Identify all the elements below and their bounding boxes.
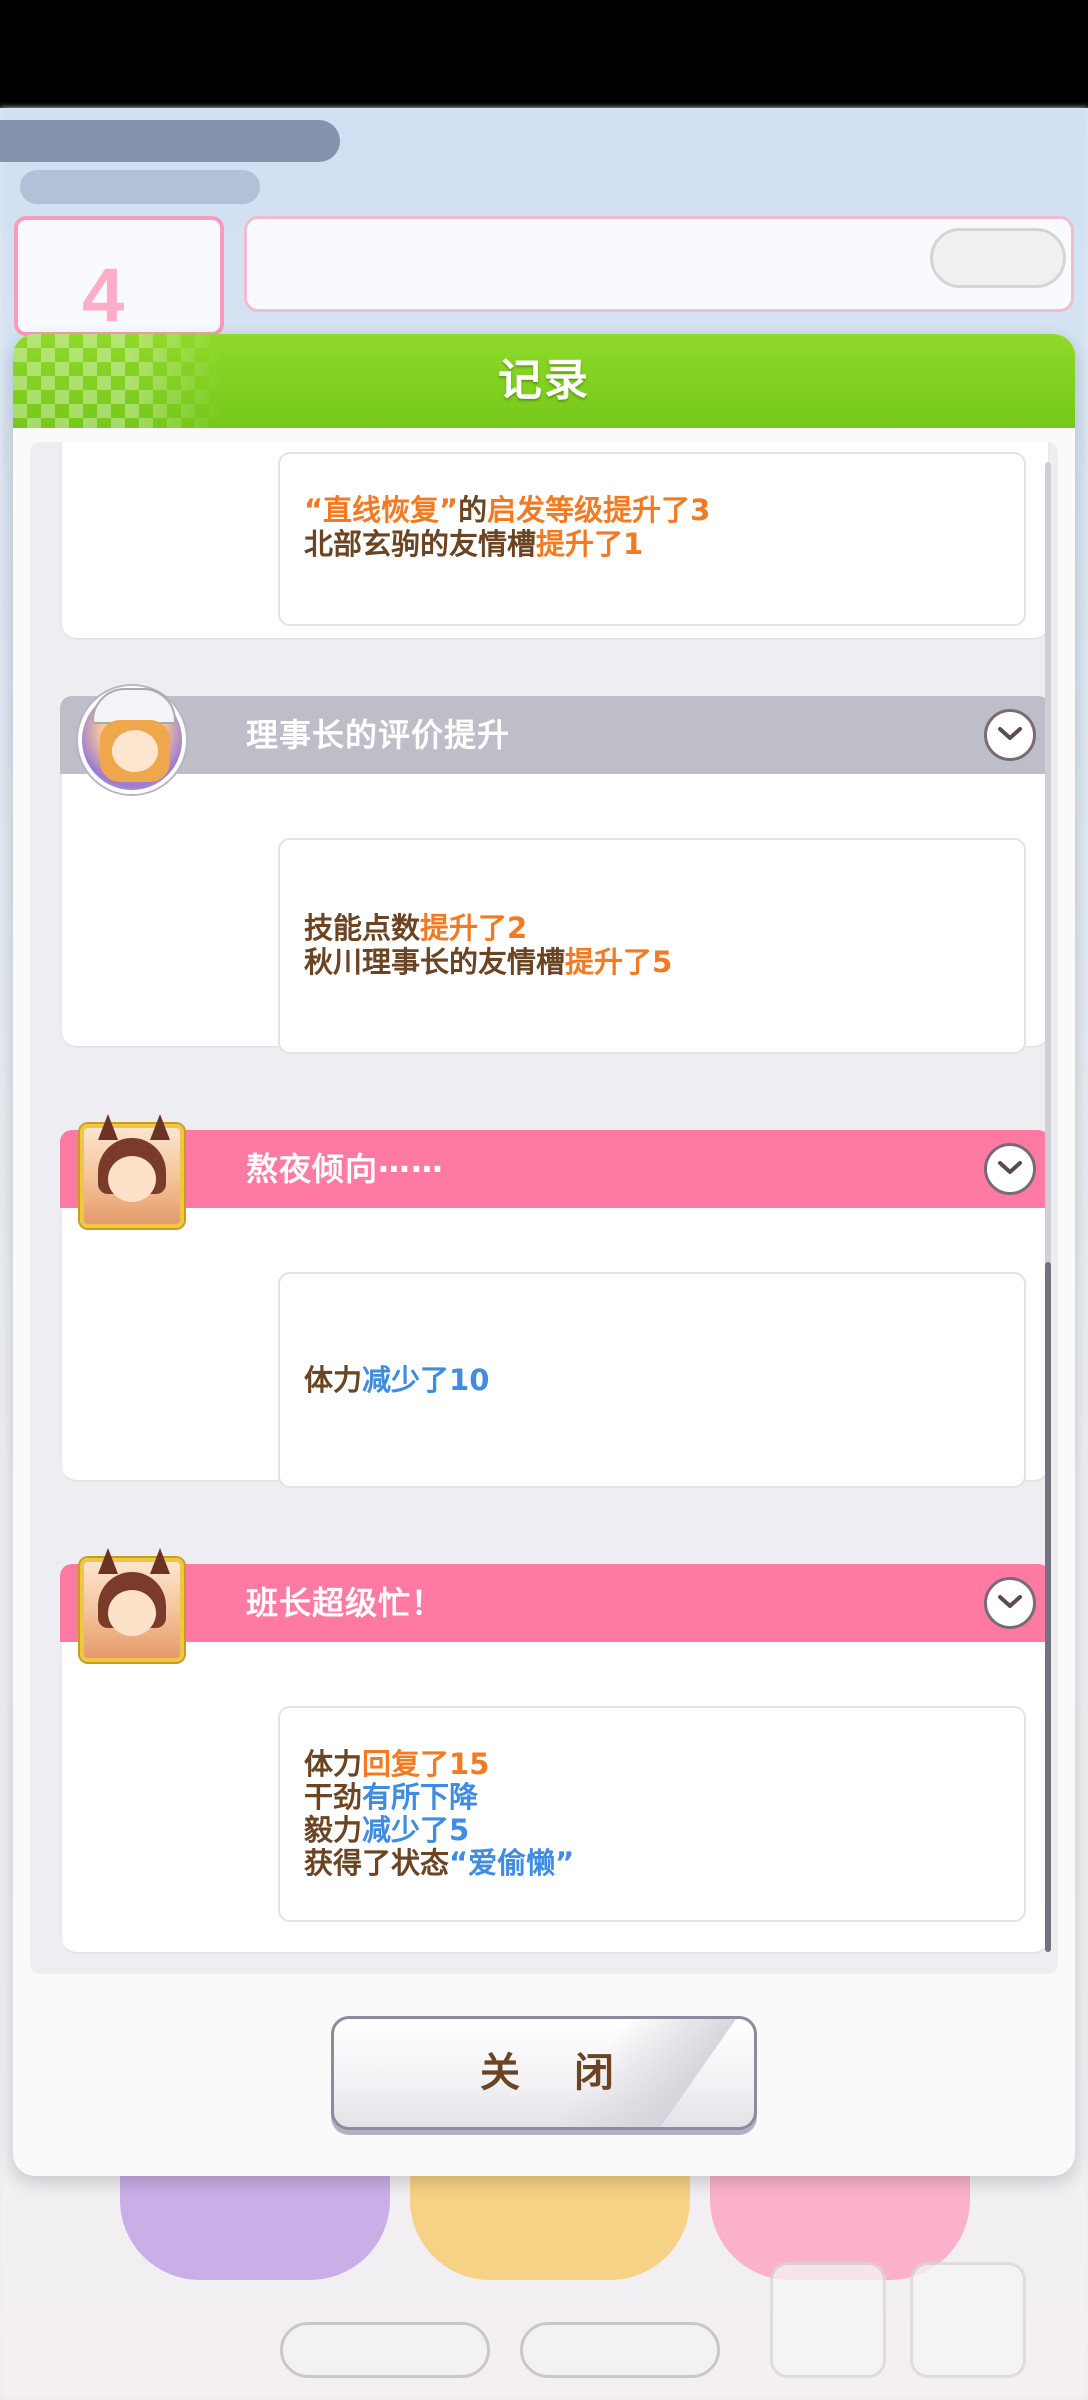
log-entry-message-box: 体力减少了10 — [278, 1272, 1026, 1488]
log-text-segment: 秋川理事长的友情槽 — [304, 945, 566, 979]
avatar-ear — [150, 1114, 170, 1140]
log-entry-header: 班长超级忙！ — [60, 1564, 1050, 1642]
background-message-button — [930, 228, 1066, 288]
log-text-segment: 提升了2 — [420, 911, 528, 945]
log-message-line: 体力减少了10 — [304, 1364, 489, 1397]
log-text-segment: 体力 — [304, 1363, 363, 1397]
avatar-face — [108, 1156, 156, 1202]
log-text-segment: 提升了1 — [536, 527, 644, 561]
background-log-button — [520, 2322, 720, 2378]
log-message-line: 毅力减少了5 — [304, 1814, 469, 1847]
avatar-ear — [150, 1548, 170, 1574]
close-button[interactable]: 关 闭 — [331, 2016, 757, 2130]
log-message-line: 技能点数提升了2 — [304, 912, 527, 945]
log-text-segment: 技能点数 — [304, 911, 421, 945]
log-entry-message-box: 技能点数提升了2 秋川理事长的友情槽提升了5 — [278, 838, 1026, 1054]
background-menu-outing — [410, 2170, 690, 2280]
log-text-segment: 回复了15 — [362, 1747, 490, 1781]
background-turn-number: 4 — [82, 253, 125, 338]
dialog-header: 记录 — [13, 334, 1075, 428]
log-entry-title: 班长超级忙！ — [246, 1584, 445, 1622]
avatar-ear — [98, 1548, 118, 1574]
log-entry-title: 熬夜倾向⋯⋯ — [246, 1150, 445, 1188]
log-message-line: 获得了状态“爱偷懒” — [304, 1847, 574, 1880]
log-message-line: 干劲有所下降 — [304, 1781, 478, 1814]
background-menu-rest — [120, 2170, 390, 2280]
log-text-segment: 干劲 — [304, 1780, 363, 1814]
background-skip-toggle — [280, 2322, 490, 2378]
expand-chevron-icon[interactable] — [984, 1577, 1036, 1629]
horse-girl-avatar-icon — [80, 1548, 184, 1662]
log-dialog: 记录 “直线恢复”的启发等级提升了3 北部玄驹的友情槽提升了1 理事长的评价提升 — [13, 334, 1075, 2176]
log-text-segment: 北部玄驹的友情槽 — [304, 527, 537, 561]
log-entry-header: 熬夜倾向⋯⋯ — [60, 1130, 1050, 1208]
log-text-segment: 有所下降 — [362, 1780, 479, 1814]
dialog-title: 记录 — [498, 355, 590, 406]
log-text-segment: 体力 — [304, 1747, 363, 1781]
log-entry-card: “直线恢复”的启发等级提升了3 北部玄驹的友情槽提升了1 — [62, 442, 1048, 638]
log-message-line: 秋川理事长的友情槽提升了5 — [304, 946, 672, 979]
log-message-line: “直线恢复”的启发等级提升了3 — [304, 494, 710, 527]
log-text-segment: 减少了5 — [362, 1813, 470, 1847]
log-message-line: 体力回复了15 — [304, 1748, 489, 1781]
status-bar — [0, 0, 1088, 108]
log-text-segment: 减少了10 — [362, 1363, 490, 1397]
scrollbar-thumb[interactable] — [1045, 1262, 1051, 1952]
background-menu-button — [910, 2262, 1026, 2378]
log-entry-message-box: “直线恢复”的启发等级提升了3 北部玄驹的友情槽提升了1 — [278, 452, 1026, 626]
avatar-face — [108, 1590, 156, 1636]
log-entry-message-box: 体力回复了15 干劲有所下降 毅力减少了5 获得了状态“爱偷懒” — [278, 1706, 1026, 1922]
log-text-segment: “爱偷懒” — [449, 1846, 575, 1880]
horse-girl-avatar-icon — [80, 1114, 184, 1228]
log-entry-header: 理事长的评价提升 — [60, 696, 1050, 774]
log-text-segment: 毅力 — [304, 1813, 363, 1847]
log-text-segment: “直线恢复” — [304, 493, 459, 527]
close-button-label: 关 闭 — [480, 2050, 634, 2096]
background-item-button — [770, 2262, 886, 2378]
expand-chevron-icon[interactable] — [984, 1143, 1036, 1195]
log-text-segment: 提升了5 — [565, 945, 673, 979]
log-text-segment: 启发等级提升了3 — [487, 493, 711, 527]
log-text-segment: 获得了状态 — [304, 1846, 450, 1880]
log-list[interactable]: “直线恢复”的启发等级提升了3 北部玄驹的友情槽提升了1 理事长的评价提升 技能… — [30, 442, 1058, 1974]
avatar-hat — [92, 688, 176, 724]
background-subtitle-bar — [20, 170, 260, 204]
avatar-ear — [98, 1114, 118, 1140]
log-message-line: 北部玄驹的友情槽提升了1 — [304, 528, 643, 561]
background-top-bar — [0, 120, 340, 162]
avatar-face — [112, 730, 158, 772]
expand-chevron-icon[interactable] — [984, 709, 1036, 761]
log-text-segment: 的 — [458, 493, 488, 527]
chairman-avatar-icon — [78, 686, 186, 794]
log-entry-title: 理事长的评价提升 — [246, 716, 511, 754]
